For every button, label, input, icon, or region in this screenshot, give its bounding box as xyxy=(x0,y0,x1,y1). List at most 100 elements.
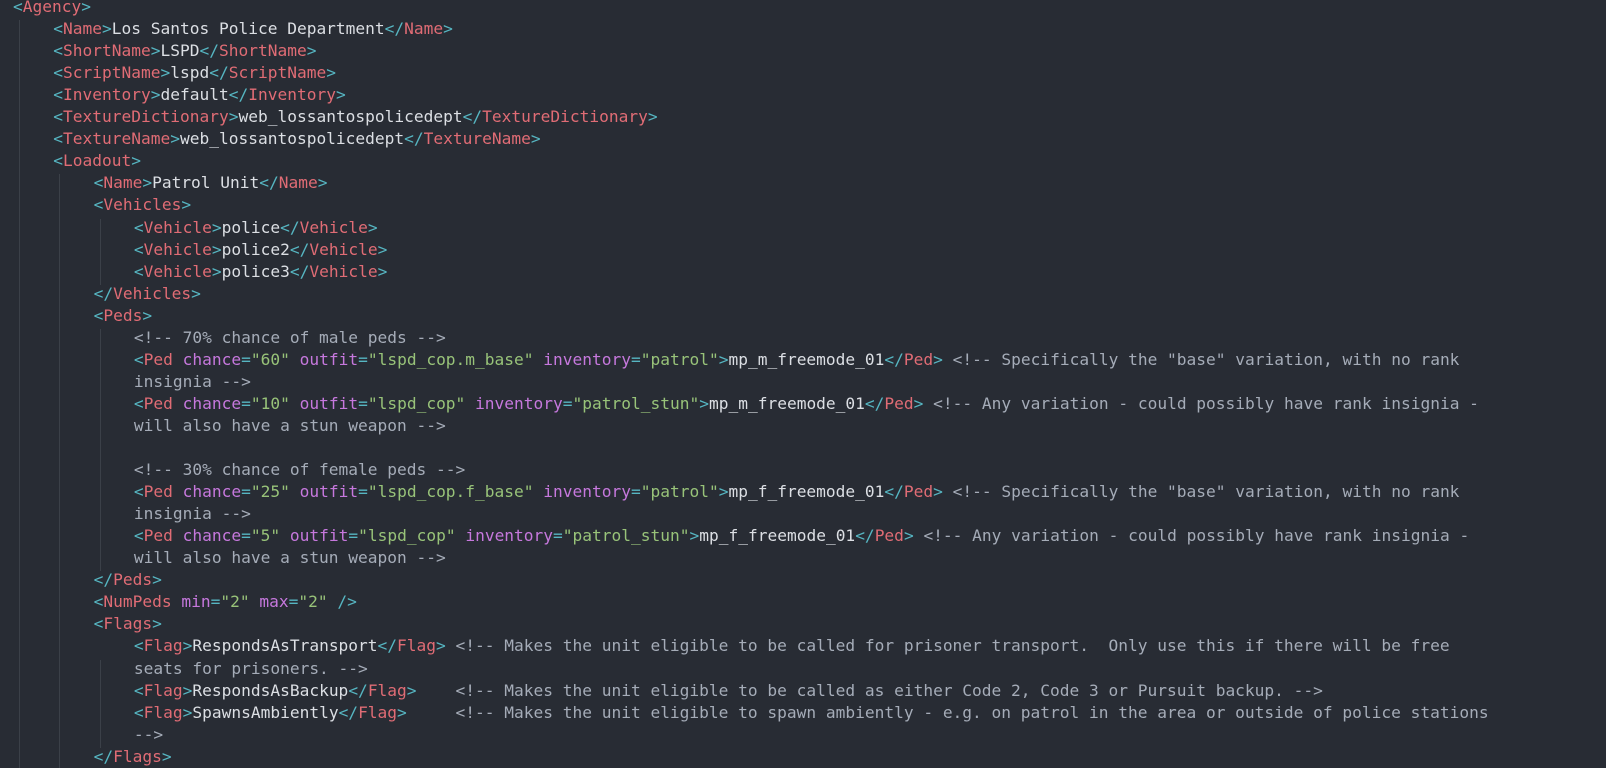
code-line: <Vehicle>police3</Vehicle> xyxy=(134,261,387,284)
xml-punctuation: > xyxy=(699,393,709,413)
xml-tag-name: ScriptName xyxy=(228,63,327,83)
xml-tag-name: Ped xyxy=(874,526,904,546)
code-line: <TextureDictionary>web_lossantospolicede… xyxy=(53,106,657,129)
xml-punctuation: = xyxy=(562,393,573,413)
xml-punctuation: < xyxy=(53,107,64,127)
xml-string: "2" xyxy=(220,592,250,612)
code-line: <Flag>SpawnsAmbiently</Flag> <!-- Makes … xyxy=(134,702,1489,725)
xml-punctuation: > xyxy=(377,239,388,259)
xml-text xyxy=(290,482,300,501)
code-line: <ScriptName>lspd</ScriptName> xyxy=(53,62,336,85)
indent-guide xyxy=(99,328,101,572)
xml-tag-name: Loadout xyxy=(63,151,132,171)
xml-tag-name: Name xyxy=(404,19,444,39)
xml-tag-name: NumPeds xyxy=(103,592,172,612)
xml-punctuation: > xyxy=(211,261,222,281)
xml-punctuation: > xyxy=(335,85,346,105)
xml-text xyxy=(456,526,466,545)
code-line: <Name>Los Santos Police Department</Name… xyxy=(53,18,453,41)
xml-attribute: chance xyxy=(182,482,242,502)
xml-attribute: max xyxy=(259,592,289,612)
xml-string: "lspd_cop" xyxy=(367,393,466,413)
xml-punctuation: </ xyxy=(199,41,220,61)
xml-comment: <!-- 70% chance of male peds --> xyxy=(133,327,446,347)
xml-tag-name: Name xyxy=(103,173,143,193)
xml-punctuation: </ xyxy=(93,746,114,766)
xml-tag-name: ShortName xyxy=(219,41,307,61)
xml-tag-name: ShortName xyxy=(63,41,151,61)
xml-punctuation: = xyxy=(241,393,251,413)
xml-attribute: inventory xyxy=(543,349,631,369)
xml-tag-name: TextureDictionary xyxy=(482,107,648,127)
code-editor[interactable]: <Agency> <Name>Los Santos Police Departme… xyxy=(0,0,1606,768)
code-line: <Ped chance="5" outfit="lspd_cop" invent… xyxy=(134,525,1469,548)
xml-punctuation: > xyxy=(443,19,453,39)
xml-text xyxy=(280,526,290,545)
xml-string: "patrol" xyxy=(640,482,719,502)
code-line: </Peds> xyxy=(94,569,162,592)
xml-punctuation: </ xyxy=(280,217,300,237)
indent-guide xyxy=(99,659,101,748)
code-line: <Peds> xyxy=(94,305,152,328)
xml-punctuation: > xyxy=(903,526,914,546)
xml-comment: insignia --> xyxy=(133,504,251,524)
xml-punctuation: </ xyxy=(855,526,875,546)
xml-punctuation: > xyxy=(933,482,943,502)
xml-punctuation: > xyxy=(397,702,407,722)
xml-tag-name: Ped xyxy=(143,482,173,502)
xml-tag-name: Flags xyxy=(113,746,162,766)
xml-punctuation: > xyxy=(647,107,658,127)
xml-string: "60" xyxy=(250,349,290,369)
xml-punctuation: > xyxy=(306,41,317,61)
xml-tag-name: Ped xyxy=(143,526,173,546)
xml-punctuation: < xyxy=(93,305,104,325)
xml-string: "patrol_stun" xyxy=(572,393,700,413)
xml-text xyxy=(172,592,182,611)
xml-text: mp_m_freemode_01 xyxy=(728,349,885,369)
xml-punctuation: < xyxy=(93,614,104,634)
xml-punctuation: < xyxy=(133,349,144,369)
xml-punctuation: </ xyxy=(462,107,483,127)
xml-punctuation: < xyxy=(133,526,144,546)
xml-tag-name: TextureName xyxy=(423,129,531,149)
code-line: will also have a stun weapon --> xyxy=(134,547,446,570)
xml-tag-name: Vehicles xyxy=(113,283,192,303)
xml-punctuation: > xyxy=(152,614,162,634)
xml-string: "patrol_stun" xyxy=(562,526,690,546)
xml-string: "25" xyxy=(250,482,290,502)
xml-text: lspd xyxy=(170,63,210,83)
xml-punctuation: < xyxy=(53,85,64,105)
xml-tag-name: Vehicle xyxy=(143,261,212,281)
xml-text: LSPD xyxy=(160,41,200,61)
xml-punctuation: < xyxy=(53,129,64,149)
xml-text: mp_f_freemode_01 xyxy=(699,526,856,546)
xml-attribute: chance xyxy=(182,526,242,546)
xml-tag-name: Name xyxy=(278,173,318,193)
xml-punctuation: < xyxy=(133,702,144,722)
code-line: will also have a stun weapon --> xyxy=(134,415,446,438)
xml-tag-name: Agency xyxy=(22,0,82,16)
xml-tag-name: Inventory xyxy=(248,85,336,105)
xml-comment: <!-- Specifically the "base" variation, … xyxy=(952,349,1460,369)
xml-punctuation: </ xyxy=(338,702,359,722)
xml-punctuation: = xyxy=(358,393,368,413)
xml-comment: insignia --> xyxy=(133,371,251,391)
xml-punctuation: </ xyxy=(384,19,405,39)
indent-guide xyxy=(59,174,61,768)
xml-punctuation: </ xyxy=(93,283,114,303)
xml-text: Los Santos Police Department xyxy=(111,19,385,39)
xml-comment: <!-- Makes the unit eligible to spawn am… xyxy=(455,702,1489,722)
code-line: <Vehicle>police</Vehicle> xyxy=(134,217,378,240)
xml-comment: seats for prisoners. --> xyxy=(133,658,368,678)
xml-text: default xyxy=(160,85,229,105)
xml-text xyxy=(534,350,544,369)
xml-text xyxy=(328,592,338,611)
indent-guide xyxy=(99,218,101,285)
xml-punctuation: = xyxy=(241,349,251,369)
xml-string: "patrol" xyxy=(640,349,719,369)
xml-text xyxy=(943,350,953,369)
xml-punctuation: > xyxy=(326,63,336,83)
xml-comment: <!-- Makes the unit eligible to be calle… xyxy=(455,680,1323,700)
xml-punctuation: > xyxy=(689,526,700,546)
xml-punctuation: </ xyxy=(864,393,885,413)
